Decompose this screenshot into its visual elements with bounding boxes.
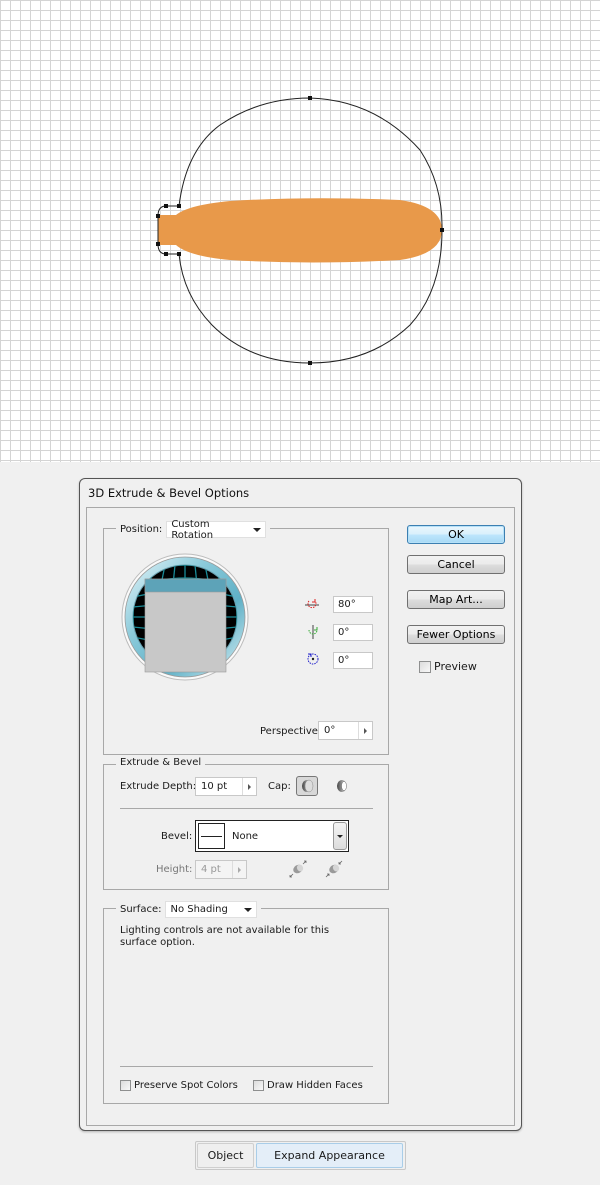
- fewer-options-button[interactable]: Fewer Options: [407, 625, 505, 644]
- extrude-bevel-group: Extrude & Bevel Extrude Depth: 10 pt Cap…: [103, 757, 389, 890]
- preserve-spot-colors-box[interactable]: [120, 1080, 131, 1091]
- anchor-point[interactable]: [156, 214, 160, 218]
- artwork[interactable]: [0, 0, 600, 462]
- surface-label: Surface:: [120, 904, 162, 915]
- preview-label: Preview: [434, 660, 477, 673]
- extrude-depth-field[interactable]: 10 pt: [195, 777, 257, 796]
- bevel-value: None: [232, 830, 259, 842]
- rotate-z-icon: [307, 653, 319, 665]
- perspective-field[interactable]: 0°: [318, 721, 373, 740]
- perspective-value: 0°: [324, 725, 336, 736]
- control-toolbar: Object Expand Appearance: [195, 1141, 406, 1170]
- chevron-down-icon: [244, 907, 253, 912]
- artboard-canvas[interactable]: [0, 0, 600, 462]
- extrude-bevel-legend: Extrude & Bevel: [116, 757, 206, 768]
- dialog-body: Position: Custom Rotation 80° 0° 0° Pers…: [86, 507, 515, 1126]
- dialog-title: 3D Extrude & Bevel Options: [88, 486, 250, 500]
- height-label: Height:: [156, 864, 193, 875]
- cap-on-button[interactable]: [296, 776, 318, 796]
- extrude-depth-label: Extrude Depth:: [120, 781, 197, 792]
- cancel-button[interactable]: Cancel: [407, 555, 505, 574]
- height-field[interactable]: 4 pt: [195, 860, 247, 879]
- orange-shape[interactable]: [158, 198, 442, 263]
- extrude-bevel-label: Extrude & Bevel: [120, 757, 202, 768]
- cube-front-face: [144, 578, 227, 673]
- cap-off-icon: [337, 780, 347, 792]
- draw-hidden-faces-checkbox[interactable]: Draw Hidden Faces: [253, 1080, 363, 1091]
- preview-checkbox[interactable]: Preview: [419, 660, 477, 673]
- rotate-y-field[interactable]: 0°: [333, 624, 373, 641]
- anchor-point[interactable]: [164, 204, 168, 208]
- position-preset-dropdown[interactable]: Custom Rotation: [166, 518, 267, 541]
- surface-divider: [120, 1066, 373, 1067]
- rotate-z-value: 0°: [338, 655, 350, 666]
- bevel-preview-icon: [198, 823, 225, 849]
- surface-group: Surface: No Shading Lighting controls ar…: [103, 901, 389, 1104]
- position-label: Position:: [120, 524, 163, 535]
- preserve-spot-colors-checkbox[interactable]: Preserve Spot Colors: [120, 1080, 238, 1091]
- expand-appearance-button[interactable]: Expand Appearance: [256, 1143, 403, 1168]
- position-preset-value: Custom Rotation: [171, 518, 214, 541]
- cap-label: Cap:: [268, 781, 291, 792]
- perspective-label: Perspective:: [260, 726, 322, 737]
- position-group: Position: Custom Rotation 80° 0° 0° Pers…: [103, 519, 389, 755]
- ok-button[interactable]: OK: [407, 525, 505, 544]
- anchor-point[interactable]: [308, 96, 312, 100]
- rotation-trackball[interactable]: [121, 553, 249, 681]
- bevel-dropdown[interactable]: None: [195, 820, 349, 852]
- cap-on-icon: [302, 779, 314, 793]
- draw-hidden-faces-box[interactable]: [253, 1080, 264, 1091]
- anchor-point[interactable]: [156, 242, 160, 246]
- position-legend: Position: Custom Rotation: [116, 518, 271, 541]
- surface-message: Lighting controls are not available for …: [120, 925, 330, 948]
- extrude-bevel-dialog: 3D Extrude & Bevel Options Position: Cus…: [79, 478, 522, 1131]
- height-slider-arrow-icon[interactable]: [232, 861, 246, 878]
- map-art-button[interactable]: Map Art...: [407, 590, 505, 609]
- extrude-depth-value: 10 pt: [201, 781, 228, 792]
- draw-hidden-faces-label: Draw Hidden Faces: [267, 1080, 363, 1091]
- preview-box[interactable]: [419, 660, 431, 673]
- perspective-slider-arrow-icon[interactable]: [358, 722, 372, 739]
- extrude-divider: [120, 808, 373, 809]
- rotate-x-value: 80°: [338, 599, 356, 610]
- extrude-depth-slider-arrow-icon[interactable]: [242, 778, 256, 795]
- bevel-dropdown-arrow[interactable]: [333, 822, 347, 850]
- preserve-spot-colors-label: Preserve Spot Colors: [134, 1080, 238, 1091]
- cap-off-button[interactable]: [333, 777, 351, 795]
- surface-dropdown[interactable]: No Shading: [165, 901, 258, 918]
- anchor-point[interactable]: [177, 252, 181, 256]
- rotate-x-icon: [305, 599, 319, 609]
- anchor-point[interactable]: [177, 204, 181, 208]
- rotate-y-value: 0°: [338, 627, 350, 638]
- chevron-down-icon: [337, 834, 343, 838]
- chevron-down-icon: [253, 527, 262, 532]
- anchor-point[interactable]: [308, 361, 312, 365]
- surface-value: No Shading: [170, 904, 228, 915]
- height-value: 4 pt: [201, 864, 221, 875]
- object-menu-button[interactable]: Object: [197, 1143, 254, 1168]
- rotate-y-icon: [308, 625, 318, 639]
- bevel-label: Bevel:: [161, 831, 193, 842]
- rotate-z-field[interactable]: 0°: [333, 652, 373, 669]
- cube-top-face: [144, 578, 227, 593]
- bevel-extent-in-icon[interactable]: [324, 859, 344, 879]
- surface-legend: Surface: No Shading: [116, 901, 262, 918]
- bevel-extent-out-icon[interactable]: [288, 859, 308, 879]
- anchor-point[interactable]: [164, 252, 168, 256]
- rotate-x-field[interactable]: 80°: [333, 596, 373, 613]
- anchor-point[interactable]: [440, 228, 444, 232]
